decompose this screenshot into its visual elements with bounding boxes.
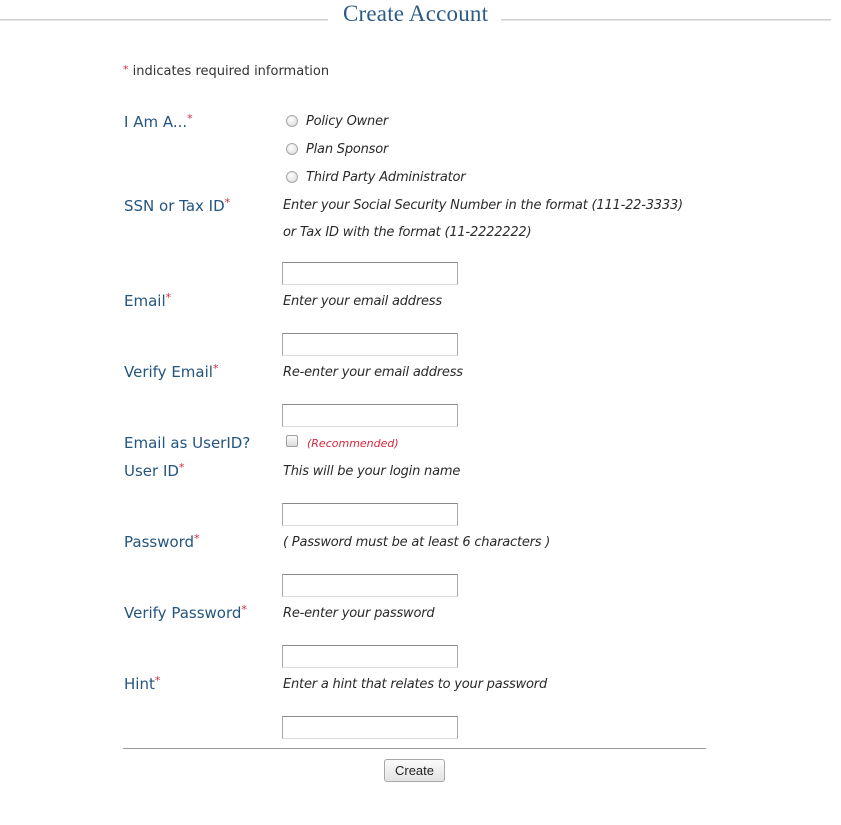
ssn-label-text: SSN or Tax ID xyxy=(124,197,225,215)
verify-password-input[interactable] xyxy=(282,645,458,668)
role-label-text: I Am A... xyxy=(124,113,188,131)
required-info-note: * indicates required information xyxy=(123,63,330,79)
create-button[interactable]: Create xyxy=(384,759,445,782)
user-id-label: User ID* xyxy=(124,461,185,480)
user-id-hint: This will be your login name xyxy=(283,464,461,479)
user-id-label-text: User ID xyxy=(124,462,179,480)
email-input[interactable] xyxy=(282,333,458,356)
password-label: Password* xyxy=(124,532,200,551)
required-marker: * xyxy=(194,532,200,545)
radio-third-party-administrator[interactable] xyxy=(286,171,298,183)
verify-email-label-text: Verify Email xyxy=(124,363,213,381)
radio-label-third-party-administrator[interactable]: Third Party Administrator xyxy=(306,170,466,185)
required-marker: * xyxy=(123,63,129,76)
hint-label-text: Hint xyxy=(124,675,155,693)
ssn-input[interactable] xyxy=(282,262,458,285)
password-hint: ( Password must be at least 6 characters… xyxy=(283,535,551,550)
radio-label-plan-sponsor[interactable]: Plan Sponsor xyxy=(306,142,388,157)
ssn-hint-line1: Enter your Social Security Number in the… xyxy=(283,198,683,213)
verify-email-hint: Re-enter your email address xyxy=(283,365,463,380)
hint-label: Hint* xyxy=(124,674,161,693)
header-rule-right xyxy=(501,19,831,21)
required-note-text: indicates required information xyxy=(128,64,330,79)
required-marker: * xyxy=(165,291,172,304)
email-as-userid-checkbox[interactable] xyxy=(286,435,298,447)
verify-password-label: Verify Password* xyxy=(124,603,247,622)
header-rule-left xyxy=(0,19,328,21)
required-marker: * xyxy=(187,112,193,125)
required-marker: * xyxy=(241,603,247,616)
required-marker: * xyxy=(224,196,231,209)
page-title: Create Account xyxy=(343,1,489,26)
verify-password-label-text: Verify Password xyxy=(124,604,242,622)
required-marker: * xyxy=(212,362,219,375)
verify-password-hint: Re-enter your password xyxy=(283,606,435,621)
page-header: Create Account xyxy=(0,0,841,30)
password-label-text: Password xyxy=(124,533,195,551)
radio-plan-sponsor[interactable] xyxy=(286,143,298,155)
email-label: Email* xyxy=(124,291,172,310)
user-id-input[interactable] xyxy=(282,503,458,526)
required-marker: * xyxy=(178,461,185,474)
role-label: I Am A...* xyxy=(124,112,193,131)
radio-policy-owner[interactable] xyxy=(286,115,298,127)
recommended-note: (Recommended) xyxy=(307,437,399,450)
hint-field-hint: Enter a hint that relates to your passwo… xyxy=(283,677,547,692)
form-divider xyxy=(123,748,706,749)
verify-email-input[interactable] xyxy=(282,404,458,427)
radio-label-policy-owner[interactable]: Policy Owner xyxy=(306,114,388,129)
email-as-userid-label: Email as UserID? xyxy=(124,434,251,452)
ssn-label: SSN or Tax ID* xyxy=(124,196,231,215)
ssn-hint-line2: or Tax ID with the format (11-2222222) xyxy=(283,225,532,240)
verify-email-label: Verify Email* xyxy=(124,362,219,381)
email-label-text: Email xyxy=(124,292,166,310)
hint-input[interactable] xyxy=(282,716,458,739)
password-input[interactable] xyxy=(282,574,458,597)
email-hint: Enter your email address xyxy=(283,294,442,309)
required-marker: * xyxy=(154,674,161,687)
